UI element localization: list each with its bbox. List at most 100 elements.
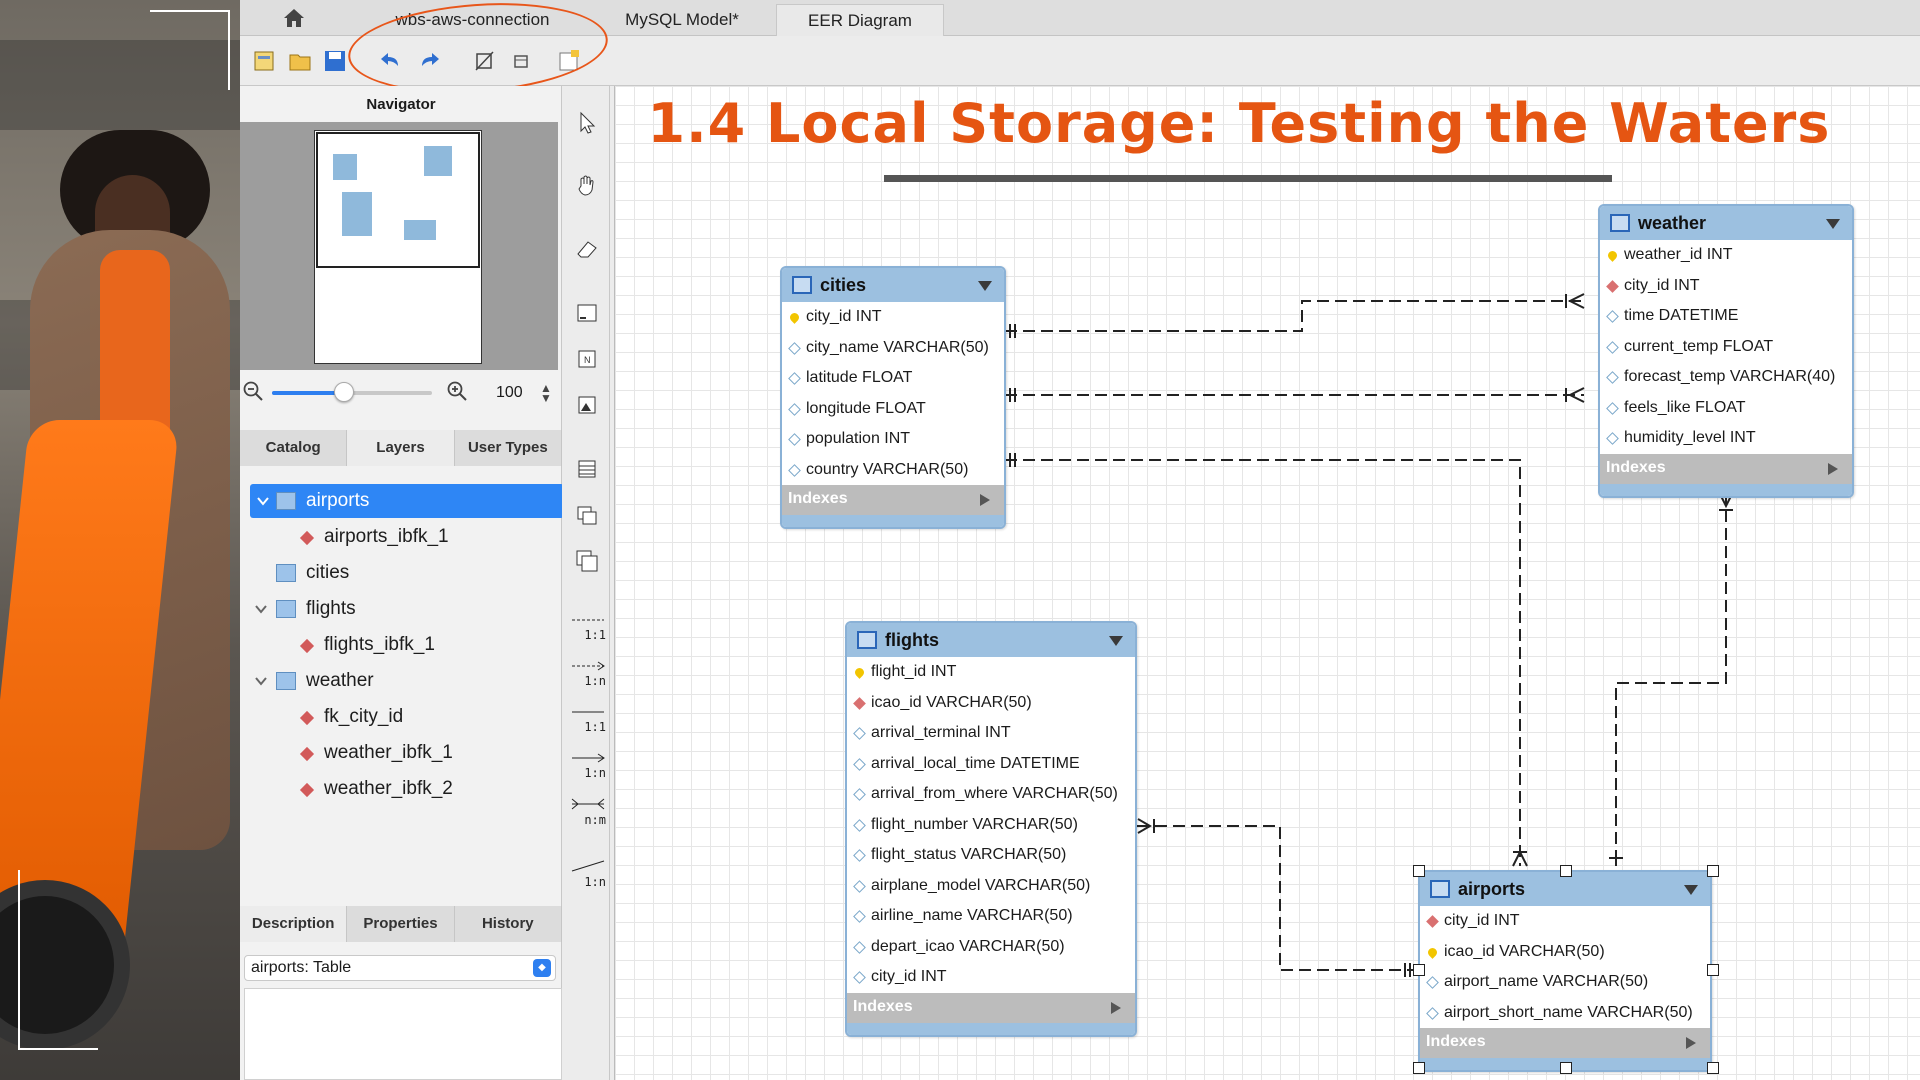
table-airports[interactable]: airports city_id INT icao_id VARCHAR(50)… [1418, 870, 1712, 1072]
zoom-stepper-icon[interactable]: ▲ ▼ [540, 382, 552, 404]
home-icon[interactable] [283, 8, 305, 28]
tree-item-flights[interactable]: flights [240, 592, 562, 626]
open-icon[interactable] [288, 48, 314, 74]
new-model-icon[interactable] [252, 48, 278, 74]
expand-triangle-icon[interactable] [1686, 1037, 1696, 1049]
tab-history[interactable]: History [454, 906, 562, 942]
description-area[interactable] [244, 988, 562, 1080]
column-row[interactable]: flight_id INT [847, 657, 1135, 688]
column-row[interactable]: humidity_level INT [1600, 423, 1852, 454]
indexes-section[interactable]: Indexes [847, 992, 1135, 1023]
column-row[interactable]: icao_id VARCHAR(50) [847, 688, 1135, 719]
tree-item-weather[interactable]: weather [240, 664, 562, 698]
tree-item-airports[interactable]: airports [250, 484, 564, 518]
tree-item-weather-ibfk-1[interactable]: weather_ibfk_1 [240, 736, 562, 770]
collapse-triangle-icon[interactable] [1684, 885, 1698, 895]
tab-description[interactable]: Description [240, 906, 348, 942]
column-row[interactable]: airport_short_name VARCHAR(50) [1420, 998, 1710, 1029]
resize-handle[interactable] [1413, 1062, 1425, 1074]
table-cities[interactable]: cities city_id INT city_name VARCHAR(50)… [780, 266, 1006, 529]
resize-handle[interactable] [1560, 865, 1572, 877]
column-row[interactable]: city_id INT [782, 302, 1004, 333]
column-row[interactable]: arrival_local_time DATETIME [847, 749, 1135, 780]
relationship-1-n-icon[interactable]: 1:n [570, 660, 606, 696]
indexes-section[interactable]: Indexes [782, 485, 1004, 515]
table-weather[interactable]: weather weather_id INT city_id INT time … [1598, 204, 1854, 498]
column-row[interactable]: airport_name VARCHAR(50) [1420, 967, 1710, 998]
select-stepper-icon[interactable]: ◆ [533, 959, 551, 977]
tab-layers[interactable]: Layers [347, 430, 455, 466]
routine-group-icon[interactable] [574, 548, 600, 574]
resize-handle[interactable] [1413, 964, 1425, 976]
collapse-triangle-icon[interactable] [1826, 219, 1840, 229]
expand-triangle-icon[interactable] [980, 494, 990, 506]
tab-catalog[interactable]: Catalog [240, 430, 348, 466]
column-row[interactable]: feels_like FLOAT [1600, 393, 1852, 424]
zoom-in-icon[interactable] [446, 380, 468, 402]
column-row[interactable]: arrival_terminal INT [847, 718, 1135, 749]
resize-handle[interactable] [1707, 1062, 1719, 1074]
table-tool-icon[interactable] [574, 456, 600, 482]
column-row[interactable]: city_name VARCHAR(50) [782, 333, 1004, 364]
relationship-existing-columns-icon[interactable]: 1:n [570, 860, 606, 896]
column-row[interactable]: weather_id INT [1600, 240, 1852, 271]
column-row[interactable]: latitude FLOAT [782, 363, 1004, 394]
resize-handle[interactable] [1707, 964, 1719, 976]
chevron-down-icon[interactable] [254, 602, 268, 616]
column-row[interactable]: city_id INT [1420, 906, 1710, 937]
chevron-down-icon[interactable] [254, 674, 268, 688]
column-row[interactable]: airplane_model VARCHAR(50) [847, 871, 1135, 902]
pointer-icon[interactable] [574, 110, 600, 136]
column-row[interactable]: population INT [782, 424, 1004, 455]
resize-handle[interactable] [1560, 1062, 1572, 1074]
expand-triangle-icon[interactable] [1111, 1001, 1121, 1014]
relationship-1-1-icon[interactable]: 1:1 [570, 614, 606, 650]
view-tool-icon[interactable] [574, 502, 600, 528]
column-row[interactable]: airline_name VARCHAR(50) [847, 901, 1135, 932]
table-header[interactable]: flights [847, 623, 1135, 657]
indexes-section[interactable]: Indexes [1420, 1028, 1710, 1058]
column-row[interactable]: depart_icao VARCHAR(50) [847, 932, 1135, 963]
column-row[interactable]: flight_status VARCHAR(50) [847, 840, 1135, 871]
tree-item-cities[interactable]: cities [240, 556, 562, 590]
image-icon[interactable] [574, 392, 600, 418]
relationship-1-1-identifying-icon[interactable]: 1:1 [570, 706, 606, 742]
hand-icon[interactable] [574, 172, 600, 198]
note-icon[interactable]: N [574, 346, 600, 372]
tree-item-weather-ibfk-2[interactable]: weather_ibfk_2 [240, 772, 562, 806]
resize-handle[interactable] [1413, 865, 1425, 877]
save-icon[interactable] [322, 48, 348, 74]
column-row[interactable]: flight_number VARCHAR(50) [847, 810, 1135, 841]
chevron-down-icon[interactable] [256, 494, 270, 508]
tree-item-fk-city-id[interactable]: fk_city_id [240, 700, 562, 734]
object-select[interactable]: airports: Table ◆ [244, 955, 556, 981]
navigator-viewport[interactable] [316, 132, 480, 268]
column-row[interactable]: icao_id VARCHAR(50) [1420, 937, 1710, 968]
tree-item-airports-ibfk-1[interactable]: airports_ibfk_1 [240, 520, 562, 554]
resize-handle[interactable] [1707, 865, 1719, 877]
tab-user-types[interactable]: User Types [454, 430, 562, 466]
table-header[interactable]: cities [782, 268, 1004, 302]
eraser-icon[interactable] [574, 236, 600, 262]
relationship-n-m-icon[interactable]: n:m [570, 798, 606, 834]
tab-properties[interactable]: Properties [347, 906, 455, 942]
expand-triangle-icon[interactable] [1828, 462, 1838, 475]
layer-icon[interactable] [574, 300, 600, 326]
relationship-1-n-identifying-icon[interactable]: 1:n [570, 752, 606, 788]
column-row[interactable]: country VARCHAR(50) [782, 455, 1004, 486]
tab-mysql-model[interactable]: MySQL Model* [592, 4, 772, 36]
tab-eer-diagram[interactable]: EER Diagram [776, 4, 944, 36]
column-row[interactable]: forecast_temp VARCHAR(40) [1600, 362, 1852, 393]
tree-item-flights-ibfk-1[interactable]: flights_ibfk_1 [240, 628, 562, 662]
column-row[interactable]: city_id INT [847, 962, 1135, 993]
indexes-section[interactable]: Indexes [1600, 453, 1852, 484]
column-row[interactable]: longitude FLOAT [782, 394, 1004, 425]
column-row[interactable]: time DATETIME [1600, 301, 1852, 332]
column-row[interactable]: city_id INT [1600, 271, 1852, 302]
table-header[interactable]: airports [1420, 872, 1710, 906]
table-header[interactable]: weather [1600, 206, 1852, 240]
column-row[interactable]: arrival_from_where VARCHAR(50) [847, 779, 1135, 810]
collapse-triangle-icon[interactable] [978, 281, 992, 291]
zoom-value[interactable]: 100 [496, 384, 523, 402]
column-row[interactable]: current_temp FLOAT [1600, 332, 1852, 363]
